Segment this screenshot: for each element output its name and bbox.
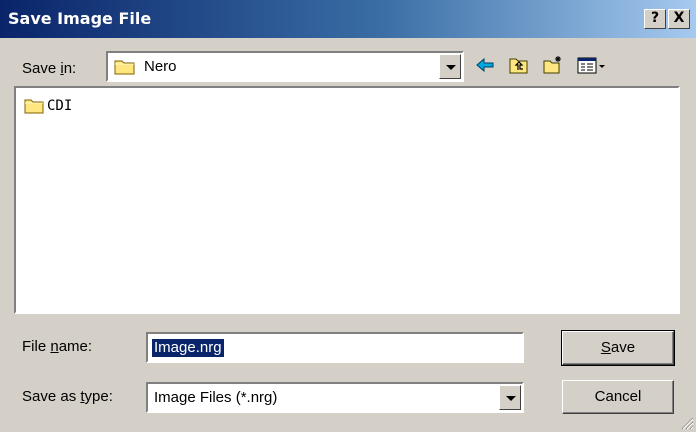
title-bar[interactable]: Save Image File ? X [0, 0, 696, 38]
save-in-value: Nero [144, 58, 177, 75]
save-type-value: Image Files (*.nrg) [154, 389, 278, 406]
save-type-dropdown[interactable]: Image Files (*.nrg) [146, 382, 524, 413]
file-name-value: Image.nrg [152, 339, 224, 357]
folder-icon [24, 99, 44, 114]
file-name-field[interactable]: Image.nrg [146, 332, 524, 363]
help-button[interactable]: ? [644, 9, 666, 29]
up-one-level-icon[interactable] [508, 54, 530, 76]
save-in-label: Save in: [22, 60, 77, 77]
save-type-dropdown-button[interactable] [499, 385, 521, 410]
save-type-label: Save as type: [22, 388, 113, 405]
file-name-label: File name: [22, 338, 93, 355]
view-menu-icon[interactable] [576, 54, 610, 76]
list-item[interactable]: CDI [24, 96, 72, 116]
new-folder-icon[interactable] [542, 54, 564, 76]
save-in-dropdown[interactable]: Nero [106, 51, 464, 82]
save-in-dropdown-button[interactable] [439, 54, 461, 79]
file-item-name: CDI [47, 98, 73, 114]
cancel-button[interactable]: Cancel [562, 380, 674, 414]
back-arrow-icon[interactable] [474, 54, 496, 76]
folder-icon [114, 60, 135, 75]
resize-grip-icon[interactable] [680, 416, 694, 430]
window-title: Save Image File [8, 9, 152, 28]
save-button[interactable]: Save [561, 330, 675, 366]
close-button[interactable]: X [668, 9, 690, 29]
file-list[interactable]: CDI [14, 86, 680, 314]
